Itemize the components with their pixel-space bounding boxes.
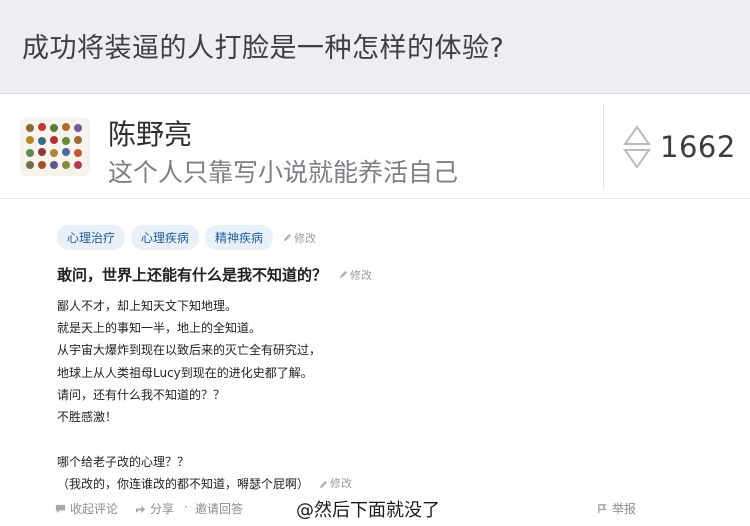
- author-name[interactable]: 陈野亮: [108, 113, 192, 153]
- pencil-icon: [283, 233, 292, 242]
- answer-line: 就是天上的事知一半，地上的全知道。: [57, 321, 262, 336]
- edit-label: 修改: [350, 268, 373, 282]
- answer-line-with-edit: （我改的，你连谁改的都不知道，嘚瑟个屁啊） 修改: [57, 473, 352, 495]
- divider: [603, 105, 604, 189]
- answer-line: 哪个给老子改的心理？？: [57, 455, 190, 470]
- edit-tags-button[interactable]: 修改: [283, 230, 316, 246]
- topic-tag[interactable]: 精神疾病: [205, 225, 274, 250]
- topic-tag[interactable]: 心理治疗: [57, 225, 126, 250]
- answer-line: 鄙人不才，却上知天文下知地理。: [57, 299, 238, 313]
- collapse-comments-button[interactable]: 收起评论: [55, 500, 118, 517]
- report-button[interactable]: 举报: [597, 500, 636, 517]
- answer-line-blank: [57, 428, 352, 451]
- pencil-icon: [339, 270, 348, 279]
- pencil-icon: [319, 480, 328, 489]
- invite-label: 邀请回答: [195, 502, 244, 516]
- answer-line: （我改的，你连谁改的都不知道，嘚瑟个屁啊）: [57, 477, 310, 492]
- answer-line: 不胜感激！: [57, 409, 118, 424]
- question-header: 成功将装逼的人打脸是一种怎样的体验?: [0, 0, 750, 94]
- vote-count: 1662: [660, 130, 736, 164]
- answer-line: 地球上从人类祖母Lucy到现在的进化史都了解。: [57, 365, 313, 380]
- answer-title: 敢问，世界上还能有什么是我不知道的？: [57, 266, 328, 284]
- edit-title-button[interactable]: 修改: [339, 267, 372, 283]
- flag-icon: [598, 503, 607, 514]
- watermark: @然后下面就没了: [296, 500, 440, 521]
- avatar[interactable]: [20, 118, 90, 176]
- edit-label: 修改: [294, 231, 317, 245]
- comment-icon: [55, 504, 66, 514]
- topic-tag[interactable]: 心理疾病: [131, 225, 200, 250]
- answer-title-row: 敢问，世界上还能有什么是我不知道的？ 修改: [57, 264, 372, 285]
- separator-dot: ·: [184, 500, 188, 514]
- share-button[interactable]: 分享: [135, 500, 174, 517]
- answer-line: 请问，还有什么我不知道的？？: [57, 387, 226, 402]
- share-label: 分享: [150, 502, 175, 516]
- topic-tags: 心理治疗 心理疾病 精神疾病 修改: [57, 225, 316, 250]
- collapse-comments-label: 收起评论: [70, 502, 119, 516]
- question-title[interactable]: 成功将装逼的人打脸是一种怎样的体验?: [22, 26, 504, 65]
- edit-answer-button[interactable]: 修改: [319, 473, 352, 495]
- answer-line: 从宇宙大爆炸到现在以致后来的灭亡全有研究过，: [57, 343, 322, 358]
- edit-label: 修改: [330, 477, 353, 491]
- report-label: 举报: [612, 502, 637, 516]
- invite-answer-button[interactable]: 邀请回答: [195, 500, 243, 517]
- answer-body: 鄙人不才，却上知天文下知地理。 就是天上的事知一半，地上的全知道。 从宇宙大爆炸…: [57, 295, 352, 496]
- up-down-triangle-icon[interactable]: [622, 124, 652, 170]
- author-bio: 这个人只靠写小说就能养活自己: [108, 158, 459, 187]
- share-icon: [135, 505, 146, 514]
